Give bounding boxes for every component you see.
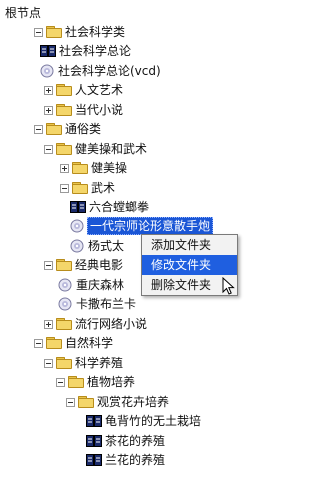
tree-node-label: 科学养殖 [75, 356, 124, 370]
collapse-toggle-icon[interactable] [44, 144, 53, 154]
tree-root-label[interactable]: 根节点 [5, 3, 41, 23]
collapse-toggle-icon[interactable] [66, 397, 75, 407]
tree-node-orchid-care[interactable]: 兰花的养殖 [86, 450, 166, 470]
expand-toggle-icon[interactable] [60, 163, 69, 173]
folder-icon [56, 357, 72, 369]
mouse-pointer-icon [222, 277, 235, 295]
tree-node-label: 通俗类 [65, 122, 102, 136]
tree-node-yang-style-taiji[interactable]: 杨式太 [70, 236, 125, 256]
tree-node-social-science-overview-vcd[interactable]: 社会科学总论(vcd) [40, 61, 162, 81]
tree-node-plant-cultivation[interactable]: 植物培养 [56, 372, 136, 392]
disc-icon [58, 278, 72, 292]
folder-icon [46, 26, 62, 38]
collapse-toggle-icon[interactable] [34, 124, 43, 134]
tree-node-label: 健美操和武术 [75, 142, 148, 156]
menu-item-add-folder[interactable]: 添加文件夹 [142, 235, 237, 255]
tree-node-label: 卡撒布兰卡 [76, 297, 137, 311]
tree-node-label: 重庆森林 [76, 278, 125, 292]
book-icon [86, 415, 102, 427]
disc-icon [58, 297, 72, 311]
tree-node-label: 健美操 [91, 161, 128, 175]
tree-node-aerobics-martial-arts[interactable]: 健美操和武术 [44, 139, 148, 159]
book-icon [70, 201, 86, 213]
book-icon [86, 454, 102, 466]
tree-node-monstera-soilless[interactable]: 龟背竹的无土栽培 [86, 411, 202, 431]
folder-icon [56, 259, 72, 271]
disc-icon [70, 239, 84, 253]
tree-node-label: 茶花的养殖 [105, 434, 166, 448]
folder-icon [56, 84, 72, 96]
tree-node-label-selected: 一代宗师论形意散手炮 [87, 217, 214, 235]
folder-icon [68, 376, 84, 388]
collapse-toggle-icon[interactable] [34, 27, 43, 37]
menu-item-edit-folder[interactable]: 修改文件夹 [142, 255, 237, 275]
disc-icon [70, 219, 84, 233]
folder-icon [72, 162, 88, 174]
expand-toggle-icon[interactable] [44, 319, 53, 329]
folder-icon [46, 123, 62, 135]
collapse-toggle-icon[interactable] [60, 183, 69, 193]
tree-node-chungking-express[interactable]: 重庆森林 [58, 275, 125, 295]
tree-node-label: 六合螳螂拳 [89, 200, 150, 214]
collapse-toggle-icon[interactable] [56, 377, 65, 387]
tree-node-label: 社会科学总论 [59, 44, 132, 58]
collapse-toggle-icon[interactable] [44, 260, 53, 270]
tree-node-label: 观赏花卉培养 [97, 395, 170, 409]
tree-node-aerobics[interactable]: 健美操 [60, 158, 128, 178]
tree-node-label: 社会科学总论(vcd) [58, 64, 161, 78]
book-icon [86, 435, 102, 447]
tree-node-liuhe-mantis-boxing[interactable]: 六合螳螂拳 [70, 197, 150, 217]
tree-node-martial-arts[interactable]: 武术 [60, 178, 116, 198]
collapse-toggle-icon[interactable] [44, 358, 53, 368]
tree-node-label: 植物培养 [87, 375, 136, 389]
tree-node-ornamental-flowers[interactable]: 观赏花卉培养 [66, 392, 170, 412]
tree-node-classic-films[interactable]: 经典电影 [44, 255, 124, 275]
tree-node-label: 流行网络小说 [75, 317, 148, 331]
tree-node-social-science-overview[interactable]: 社会科学总论 [40, 41, 132, 61]
tree-node-label: 龟背竹的无土栽培 [105, 414, 202, 428]
folder-icon [56, 143, 72, 155]
folder-icon [46, 337, 62, 349]
tree-node-label: 人文艺术 [75, 83, 124, 97]
tree-node-web-novels[interactable]: 流行网络小说 [44, 314, 148, 334]
tree-node-label: 当代小说 [75, 103, 124, 117]
tree-node-label: 自然科学 [65, 336, 114, 350]
tree-node-label: 社会科学类 [65, 25, 126, 39]
expand-toggle-icon[interactable] [44, 105, 53, 115]
folder-icon [78, 396, 94, 408]
folder-icon [72, 182, 88, 194]
collapse-toggle-icon[interactable] [34, 338, 43, 348]
book-icon [40, 45, 56, 57]
tree-node-label: 经典电影 [75, 258, 124, 272]
tree-node-contemporary-novels[interactable]: 当代小说 [44, 100, 124, 120]
tree-node-humanities-art[interactable]: 人文艺术 [44, 80, 124, 100]
expand-toggle-icon[interactable] [44, 85, 53, 95]
tree-node-casablanca[interactable]: 卡撒布兰卡 [58, 294, 137, 314]
folder-icon [56, 318, 72, 330]
tree-node-label: 兰花的养殖 [105, 453, 166, 467]
tree-node-scientific-breeding[interactable]: 科学养殖 [44, 353, 124, 373]
folder-icon [56, 104, 72, 116]
tree-node-label: 杨式太 [88, 239, 125, 253]
tree-node-natural-science[interactable]: 自然科学 [34, 333, 114, 353]
tree-node-social-science[interactable]: 社会科学类 [34, 22, 126, 42]
disc-icon [40, 64, 54, 78]
tree-node-selected[interactable]: 一代宗师论形意散手炮 [70, 216, 248, 236]
tree-node-camellia-care[interactable]: 茶花的养殖 [86, 431, 166, 451]
tree-node-label: 武术 [91, 181, 116, 195]
tree-node-popular[interactable]: 通俗类 [34, 119, 102, 139]
